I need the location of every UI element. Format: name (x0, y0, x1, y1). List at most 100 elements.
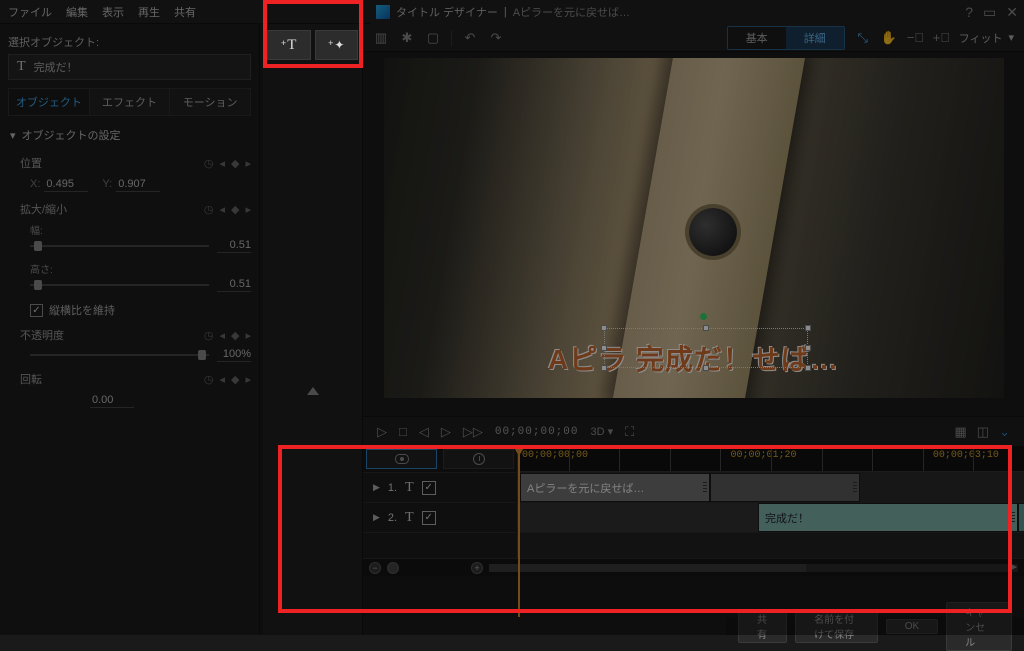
menu-edit[interactable]: 編集 (66, 4, 88, 20)
preview-canvas[interactable]: Aピラ 完成だ！せば… (384, 58, 1004, 398)
keep-ratio-checkbox[interactable]: ✓ (30, 304, 43, 317)
stopwatch-icon[interactable]: ◷ (204, 329, 214, 342)
3d-mode-toggle[interactable]: 3D ▾ (590, 425, 613, 438)
next-key-icon[interactable]: ▸ (245, 157, 251, 170)
zoom-level-icon[interactable] (387, 562, 399, 574)
undo-icon[interactable]: ↶ (462, 30, 478, 46)
timeline-scrollbar[interactable]: ◄► (489, 564, 1018, 572)
track-1-lane[interactable]: Aピラーを元に戻せば… (518, 473, 1024, 502)
add-particle-button[interactable]: +✦ (315, 30, 359, 60)
tab-motion[interactable]: モーション (170, 89, 250, 115)
clip-track1-b[interactable] (710, 473, 860, 502)
cancel-button[interactable]: キャンセル (946, 602, 1012, 651)
track-2-visible-checkbox[interactable]: ✓ (422, 511, 436, 525)
expand-icon[interactable]: ⛶ (625, 424, 634, 440)
timecode-display[interactable]: 00;00;00;00 (495, 426, 579, 438)
add-text-button[interactable]: +T (267, 30, 311, 60)
rotation-value[interactable]: 0.00 (90, 394, 134, 408)
prev-key-icon[interactable]: ◂ (219, 329, 225, 342)
separator (451, 30, 452, 46)
prev-key-icon[interactable]: ◂ (219, 373, 225, 386)
ok-button[interactable]: OK (886, 619, 938, 634)
track-2-header[interactable]: ▶ 2. T ✓ (363, 503, 518, 532)
track-2-lane[interactable]: 完成だ！ (518, 503, 1024, 532)
tab-object[interactable]: オブジェクト (9, 89, 90, 115)
select-tool-icon[interactable]: ⤡ (855, 30, 871, 46)
rotation-header: 回転 ◷ ◂ ◆ ▸ (20, 368, 251, 390)
eye-icon (395, 454, 409, 464)
position-x-input[interactable]: 0.495 (44, 178, 88, 192)
maximize-icon[interactable]: ▭ (983, 4, 996, 21)
zoom-in-timeline-icon[interactable]: + (471, 562, 483, 574)
selection-bounding-box[interactable] (604, 328, 808, 368)
help-icon[interactable]: ? (965, 4, 973, 21)
width-value[interactable]: 0.51 (217, 239, 251, 253)
zoom-out-timeline-icon[interactable]: − (369, 562, 381, 574)
share-button[interactable]: 共有 (738, 609, 787, 643)
clip-track2-b[interactable] (1018, 503, 1024, 532)
timeline-mode-visibility[interactable] (366, 449, 437, 469)
panel-collapse-handle[interactable] (307, 387, 319, 395)
menu-play[interactable]: 再生 (138, 4, 160, 20)
next-frame-icon[interactable]: ▷ (441, 424, 451, 440)
clock-icon (473, 453, 485, 465)
collapse-panel-icon[interactable]: ⌄ (999, 424, 1010, 440)
save-as-button[interactable]: 名前を付けて保存 (795, 609, 878, 643)
selected-object-label: 選択オブジェクト: (8, 34, 251, 50)
stop-icon[interactable]: □ (399, 424, 407, 439)
tab-effect[interactable]: エフェクト (90, 89, 171, 115)
menu-view[interactable]: 表示 (102, 4, 124, 20)
redo-icon[interactable]: ↷ (488, 30, 504, 46)
pan-tool-icon[interactable]: ✋ (881, 30, 897, 46)
add-key-icon[interactable]: ◆ (231, 203, 239, 216)
stopwatch-icon[interactable]: ◷ (204, 157, 214, 170)
next-key-icon[interactable]: ▸ (245, 203, 251, 216)
add-key-icon[interactable]: ◆ (231, 329, 239, 342)
seg-basic[interactable]: 基本 (728, 27, 786, 49)
height-slider[interactable] (30, 284, 209, 286)
clip-track1-a[interactable]: Aピラーを元に戻せば… (520, 473, 710, 502)
stopwatch-icon[interactable]: ◷ (204, 203, 214, 216)
timeline-ruler[interactable]: . . . . 00;00;00;00 00;00;01;20 00;00;03… (518, 446, 1024, 472)
width-slider[interactable] (30, 245, 209, 247)
close-icon[interactable]: ✕ (1006, 4, 1018, 21)
prev-key-icon[interactable]: ◂ (219, 157, 225, 170)
menu-share[interactable]: 共有 (174, 4, 196, 20)
prev-key-icon[interactable]: ◂ (219, 203, 225, 216)
selected-object-field[interactable]: T 完成だ！ (8, 54, 251, 80)
stopwatch-icon[interactable]: ◷ (204, 373, 214, 386)
next-key-icon[interactable]: ▸ (245, 373, 251, 386)
expand-track-icon[interactable]: ▶ (373, 512, 380, 523)
fast-forward-icon[interactable]: ▷▷ (463, 424, 483, 440)
snap-icon[interactable]: ◫ (977, 424, 989, 440)
position-y-input[interactable]: 0.907 (116, 178, 160, 192)
next-key-icon[interactable]: ▸ (245, 329, 251, 342)
scale-header: 拡大/縮小 ◷ ◂ ◆ ▸ (20, 198, 251, 220)
timeline-playhead[interactable] (518, 446, 520, 617)
chat-tool-icon[interactable]: ▢ (425, 30, 441, 46)
height-value[interactable]: 0.51 (217, 278, 251, 292)
menu-file[interactable]: ファイル (8, 4, 52, 20)
zoom-in-icon[interactable]: +⃝ (933, 30, 949, 45)
seg-detail[interactable]: 詳細 (786, 27, 844, 49)
track-1-header[interactable]: ▶ 1. T ✓ (363, 473, 518, 502)
add-key-icon[interactable]: ◆ (231, 157, 239, 170)
expand-track-icon[interactable]: ▶ (373, 482, 380, 493)
grid-icon[interactable]: ▦ (955, 424, 967, 440)
shape-tool-icon[interactable]: ▥ (373, 30, 389, 46)
opacity-value[interactable]: 100% (217, 348, 251, 362)
preview-toolbar: ▥ ✱ ▢ ↶ ↷ 基本 詳細 ⤡ ✋ −⃝ +⃝ フィット▾ (363, 24, 1024, 52)
timeline-mode-timing[interactable] (443, 449, 514, 469)
add-key-icon[interactable]: ◆ (231, 373, 239, 386)
play-icon[interactable]: ▷ (377, 424, 387, 440)
view-mode-segment: 基本 詳細 (727, 26, 845, 50)
clip-track2-a[interactable]: 完成だ！ (758, 503, 1018, 532)
fit-dropdown[interactable]: フィット▾ (959, 30, 1014, 46)
prev-frame-icon[interactable]: ◁ (419, 424, 429, 440)
anchor-point-icon[interactable] (700, 313, 707, 320)
track-1-visible-checkbox[interactable]: ✓ (422, 481, 436, 495)
object-settings-header[interactable]: ▾ オブジェクトの設定 (8, 122, 251, 148)
zoom-out-icon[interactable]: −⃝ (907, 30, 923, 45)
sparkle-tool-icon[interactable]: ✱ (399, 30, 415, 46)
opacity-slider[interactable] (30, 354, 209, 356)
